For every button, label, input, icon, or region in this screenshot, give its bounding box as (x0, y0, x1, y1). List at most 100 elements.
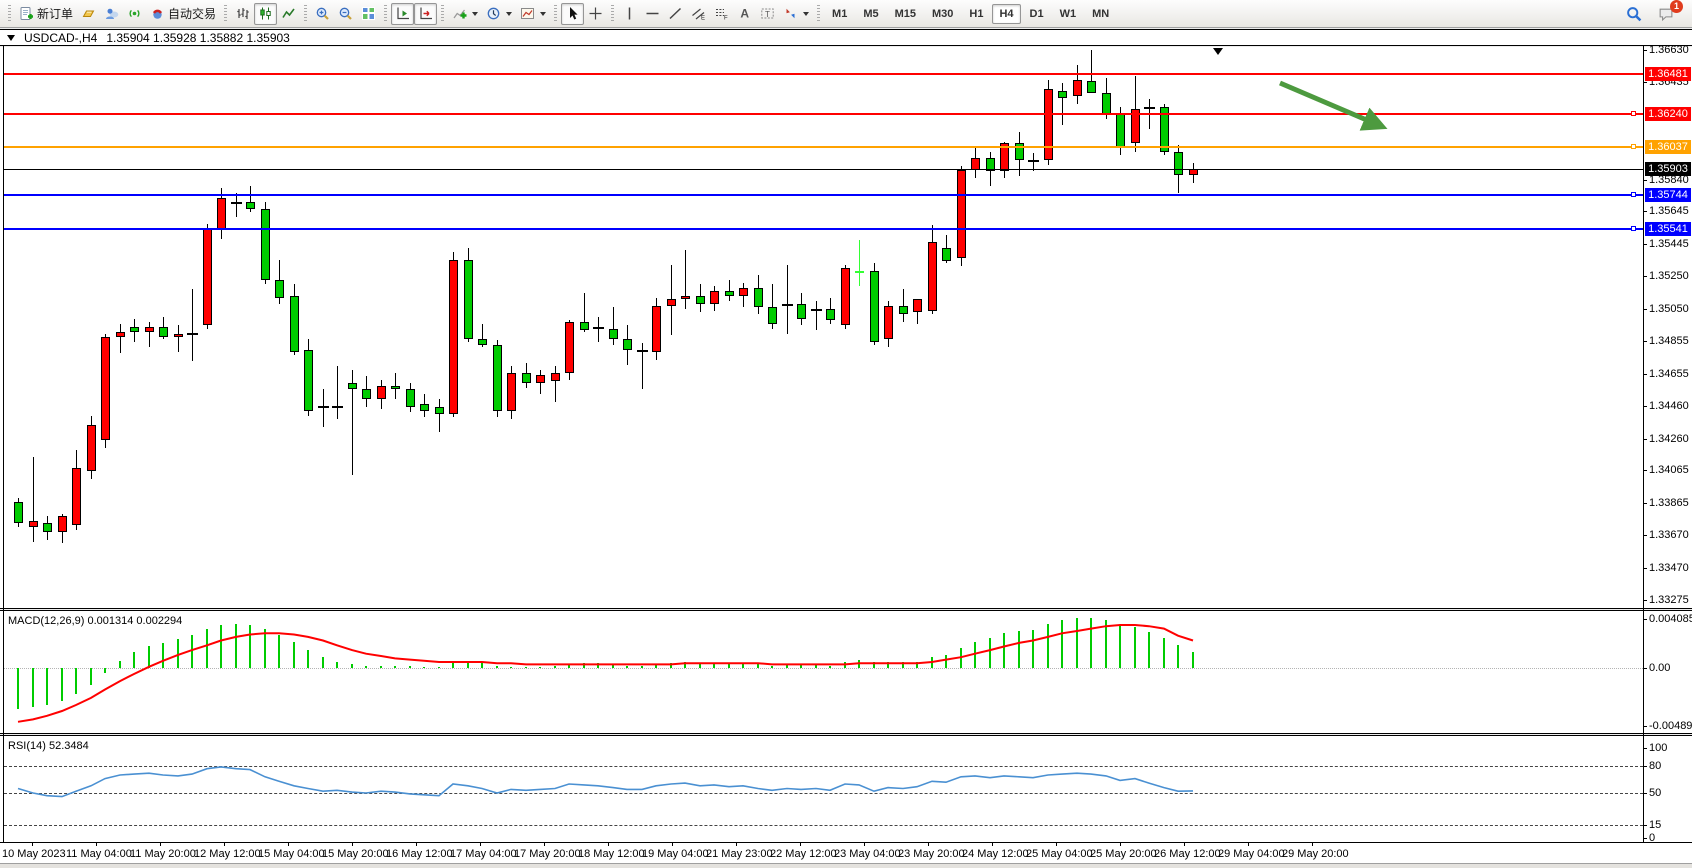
text-label-button[interactable]: T (756, 3, 779, 25)
periods-button[interactable] (482, 3, 516, 25)
text-button[interactable]: A (733, 3, 756, 25)
periods-icon (486, 6, 501, 21)
candle-body (275, 280, 284, 298)
line-chart-button[interactable] (277, 3, 300, 25)
date-axis-tick (1056, 842, 1057, 846)
candle-body (362, 389, 371, 399)
candle-doji (231, 202, 242, 204)
candle-body (942, 248, 951, 261)
new-order-button[interactable]: 新订单 (15, 3, 77, 25)
date-axis-label: 19 May 04:00 (642, 848, 709, 860)
arrows-button[interactable] (779, 3, 813, 25)
fibonacci-button[interactable]: F (710, 3, 733, 25)
chart-menu-triangle-icon[interactable] (7, 35, 15, 41)
auto-trading-button[interactable]: 自动交易 (146, 3, 220, 25)
rsi-pane[interactable]: RSI(14) 52.3484 (0, 736, 1692, 842)
candle-body (493, 345, 502, 411)
signal-button[interactable] (123, 3, 146, 25)
horizontal-line-button[interactable] (641, 3, 664, 25)
candle-wick (439, 399, 440, 432)
auto-scroll-button[interactable] (414, 3, 437, 25)
timeframe-M5-button[interactable]: M5 (856, 4, 885, 24)
candle-body (1058, 91, 1067, 98)
candlestick-chart-button[interactable] (254, 3, 277, 25)
date-axis-tick (1120, 842, 1121, 846)
toolbar-right-cluster: 1 (1622, 3, 1688, 25)
equidistant-channel-icon: E (691, 6, 706, 21)
candle-doji (332, 406, 343, 408)
crosshair-button[interactable] (584, 3, 607, 25)
candle-body (159, 327, 168, 337)
tile-windows-button[interactable] (357, 3, 380, 25)
cursor-button[interactable] (561, 3, 584, 25)
tile-windows-icon (361, 6, 376, 21)
candle-wick (859, 240, 860, 286)
timeframe-M30-button[interactable]: M30 (925, 4, 960, 24)
candle-wick (1062, 83, 1063, 126)
timeframe-H4-button[interactable]: H4 (992, 4, 1020, 24)
zoom-in-button[interactable] (311, 3, 334, 25)
timeframe-MN-button[interactable]: MN (1085, 4, 1116, 24)
candle-wick (613, 307, 614, 345)
timeframe-H1-button[interactable]: H1 (962, 4, 990, 24)
chart-symbol-title: USDCAD-,H4 (24, 31, 97, 45)
date-axis-tick (544, 842, 545, 846)
candle-body (870, 271, 879, 341)
templates-button[interactable] (516, 3, 550, 25)
date-axis-label: 29 May 20:00 (1282, 848, 1349, 860)
search-button[interactable] (1622, 3, 1646, 25)
date-axis-tick (928, 842, 929, 846)
zoom-out-icon (338, 6, 353, 21)
candle-body (290, 296, 299, 352)
date-axis-label: 12 May 12:00 (194, 848, 261, 860)
macd-pane[interactable]: MACD(12,26,9) 0.001314 0.002294 (0, 611, 1692, 733)
toolbar-grip (304, 5, 307, 23)
macd-signal-line (0, 611, 1643, 733)
candle-body (29, 521, 38, 527)
macd-label: MACD(12,26,9) 0.001314 0.002294 (8, 615, 182, 627)
svg-text:A: A (740, 7, 749, 21)
trendline-button[interactable] (664, 3, 687, 25)
candle-wick (1033, 153, 1034, 171)
chat-button[interactable]: 1 (1654, 3, 1678, 25)
candle-body (377, 386, 386, 399)
gold-bar-button[interactable] (77, 3, 100, 25)
date-axis-label: 26 May 12:00 (1154, 848, 1221, 860)
vertical-line-button[interactable] (618, 3, 641, 25)
price-pane[interactable] (0, 47, 1692, 608)
date-axis-label: 17 May 04:00 (450, 848, 517, 860)
date-axis-tick (736, 842, 737, 846)
pane-separator (0, 733, 1692, 734)
profile-icon (104, 6, 119, 21)
svg-text:F: F (724, 16, 728, 22)
candle-body (130, 327, 139, 332)
bar-chart-button[interactable] (231, 3, 254, 25)
candle-body (420, 404, 429, 411)
candle-wick (555, 366, 556, 402)
timeframe-W1-button[interactable]: W1 (1053, 4, 1084, 24)
candle-wick (33, 457, 34, 542)
date-axis-tick (864, 842, 865, 846)
timeframe-D1-button[interactable]: D1 (1023, 4, 1051, 24)
fibonacci-icon: F (714, 6, 729, 21)
equidistant-channel-button[interactable]: E (687, 3, 710, 25)
candle-body (696, 296, 705, 304)
candle-body (435, 407, 444, 414)
candle-doji (1028, 160, 1039, 162)
chart-shift-button[interactable] (391, 3, 414, 25)
zoom-out-button[interactable] (334, 3, 357, 25)
date-axis-label: 29 May 04:00 (1218, 848, 1285, 860)
profile-button[interactable] (100, 3, 123, 25)
toolbar-grip (384, 5, 387, 23)
candle-body (536, 375, 545, 383)
indicators-button[interactable] (448, 3, 482, 25)
candle-body (884, 306, 893, 339)
candle-doji (593, 327, 604, 329)
candle-body (928, 242, 937, 311)
timeframe-M15-button[interactable]: M15 (888, 4, 923, 24)
date-axis-tick (352, 842, 353, 846)
candle-body (522, 373, 531, 383)
timeframe-M1-button[interactable]: M1 (825, 4, 854, 24)
candle-body (565, 322, 574, 373)
candle-body (406, 389, 415, 407)
